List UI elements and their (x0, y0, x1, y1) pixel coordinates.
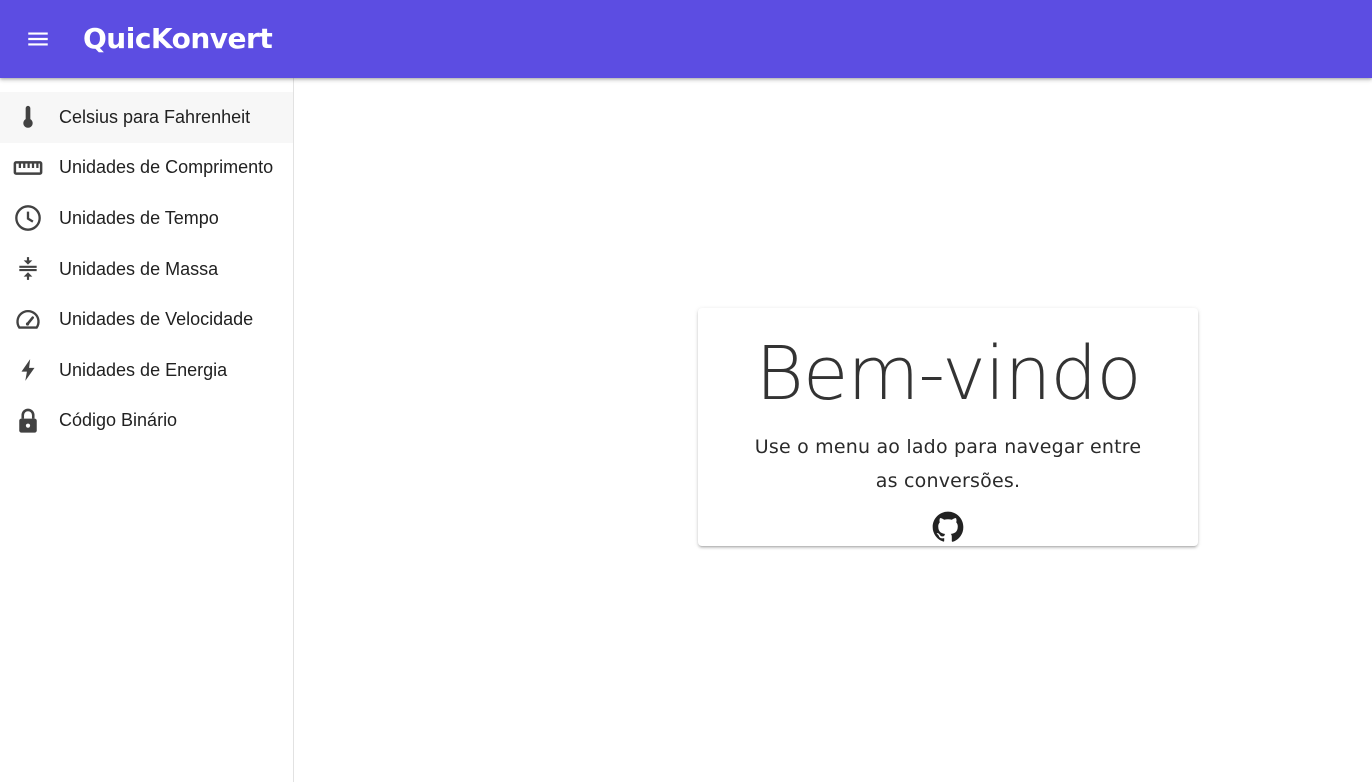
sidebar-item-massa[interactable]: Unidades de Massa (0, 244, 293, 295)
sidebar-item-tempo[interactable]: Unidades de Tempo (0, 193, 293, 244)
speedometer-icon (12, 304, 44, 336)
main-content: Bem-vindo Use o menu ao lado para navega… (294, 78, 1372, 782)
sidebar-item-label: Unidades de Comprimento (59, 157, 274, 178)
app-title: QuicKonvert (83, 22, 273, 55)
sidebar-item-energia[interactable]: Unidades de Energia (0, 345, 293, 396)
compress-icon (12, 253, 44, 285)
sidebar-item-comprimento[interactable]: Unidades de Comprimento (0, 143, 293, 194)
sidebar-item-label: Unidades de Tempo (59, 207, 219, 228)
ruler-icon (12, 152, 44, 184)
sidebar-item-celsius-fahrenheit[interactable]: Celsius para Fahrenheit (0, 92, 293, 143)
welcome-text: Use o menu ao lado para navegar entre as… (754, 436, 1142, 492)
sidebar-item-binario[interactable]: Código Binário (0, 396, 293, 447)
welcome-card: Bem-vindo Use o menu ao lado para navega… (698, 308, 1198, 546)
github-icon (932, 511, 964, 542)
github-link[interactable] (931, 510, 965, 544)
lock-icon (12, 405, 44, 437)
sidebar-item-label: Código Binário (59, 410, 178, 431)
sidebar-item-label: Unidades de Massa (59, 258, 219, 279)
sidebar-item-label: Celsius para Fahrenheit (59, 106, 251, 127)
sidebar-item-label: Unidades de Velocidade (59, 309, 254, 330)
hamburger-menu-icon (28, 32, 48, 46)
sidebar-item-label: Unidades de Energia (59, 359, 228, 380)
menu-button[interactable] (16, 17, 60, 61)
welcome-title: Bem-vindo (755, 331, 1141, 417)
clock-icon (12, 202, 44, 234)
thermometer-icon (12, 101, 44, 133)
app-bar: QuicKonvert (0, 0, 1372, 78)
sidebar-item-velocidade[interactable]: Unidades de Velocidade (0, 294, 293, 345)
nav-list: Celsius para Fahrenheit Unidades de Comp… (0, 78, 293, 446)
lightning-bolt-icon (12, 354, 44, 386)
navigation-drawer: Celsius para Fahrenheit Unidades de Comp… (0, 78, 294, 782)
